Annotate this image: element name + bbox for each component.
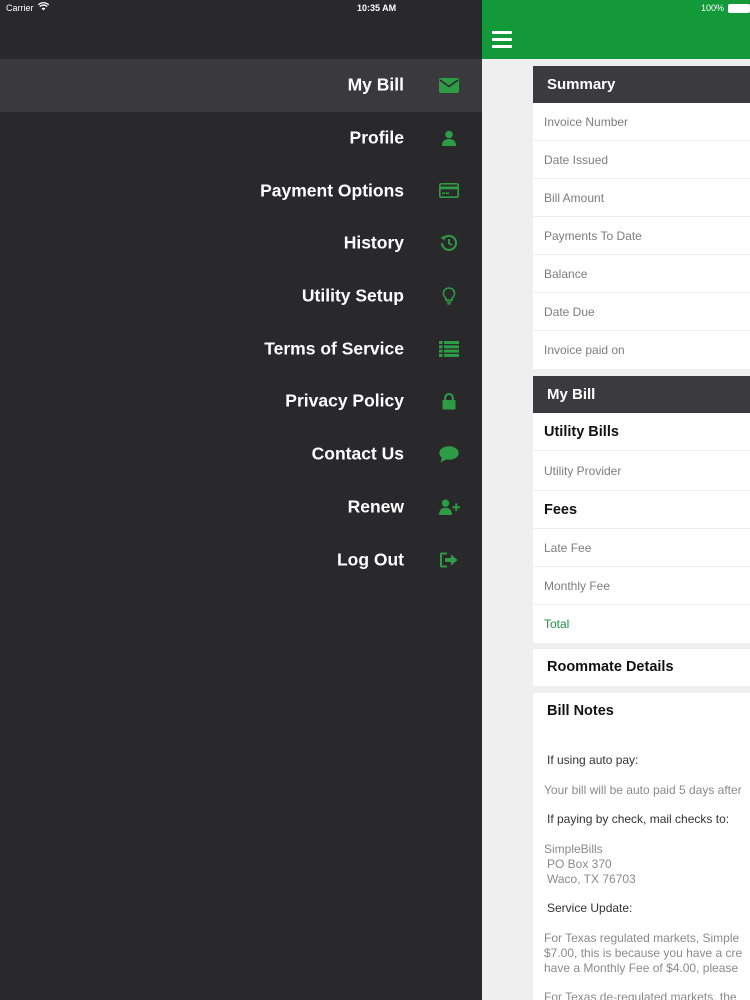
menu-item-label: Contact Us [311,443,404,464]
roommate-details-header: Roommate Details [547,659,674,675]
list-icon [438,338,460,360]
menu-item-label: Payment Options [260,180,404,201]
address-line-2: PO Box 370 [547,857,612,871]
menu-item-privacy-policy[interactable]: Privacy Policy [0,375,482,428]
address-line-3: Waco, TX 76703 [547,872,636,886]
menu-item-label: Renew [347,496,404,517]
menu-item-payment-options[interactable]: Payment Options [0,164,482,217]
menu-item-label: Utility Setup [301,285,404,306]
menu-item-my-bill[interactable]: My Bill [0,59,482,112]
summary-header: Summary [533,66,750,103]
content-pane: 100% Summary Invoice Number Date Issued … [482,0,750,1000]
menu-item-label: Log Out [336,549,404,570]
service-update-heading: Service Update: [547,901,633,915]
address-line-1: SimpleBills [544,842,603,856]
menu-item-renew[interactable]: Renew [0,481,482,534]
my-bill-header: My Bill [533,376,750,413]
menu-item-log-out[interactable]: Log Out [0,533,482,586]
balance-row: Balance [533,255,750,293]
lightbulb-icon [438,285,460,307]
top-bar: 100% [482,0,750,59]
invoice-number-row: Invoice Number [533,103,750,141]
service-update-line-1: For Texas regulated markets, Simple [544,931,740,945]
service-update-line-2: $7.00, this is because you have a cre [544,946,743,960]
late-fee-row: Late Fee [533,529,750,567]
menu-item-label: My Bill [347,74,404,95]
menu-list: My Bill Profile Payment Options History … [0,59,482,586]
menu-item-profile[interactable]: Profile [0,112,482,165]
roommate-details-card[interactable]: Roommate Details [533,649,750,686]
autopay-heading: If using auto pay: [547,753,639,767]
service-update-line-4: For Texas de-regulated markets, the [544,990,737,1000]
invoice-paid-on-row: Invoice paid on [544,343,625,357]
bill-amount-row: Bill Amount [533,179,750,217]
utility-provider-row: Utility Provider [533,451,750,491]
side-menu: Carrier 10:35 AM My Bill Profile Payment… [0,0,482,1000]
credit-card-icon [438,180,460,202]
autopay-text: Your bill will be auto paid 5 days after [544,783,742,797]
utility-bills-heading: Utility Bills [533,413,750,451]
summary-card: Summary Invoice Number Date Issued Bill … [533,66,750,369]
check-heading: If paying by check, mail checks to: [547,812,730,826]
bill-notes-header: Bill Notes [547,703,614,719]
status-bar-left: Carrier 10:35 AM [0,0,482,16]
status-time: 10:35 AM [357,3,397,13]
history-icon [438,232,460,254]
my-bill-card: My Bill Utility Bills Utility Provider F… [533,376,750,643]
add-user-icon [438,496,460,518]
menu-item-label: Profile [349,127,404,148]
payments-to-date-row: Payments To Date [533,217,750,255]
battery-icon [728,4,750,13]
user-icon [438,127,460,149]
sign-out-icon [438,549,460,571]
hamburger-menu-icon[interactable] [492,31,512,48]
menu-item-contact-us[interactable]: Contact Us [0,428,482,481]
menu-item-label: Privacy Policy [285,390,404,411]
date-issued-row: Date Issued [533,141,750,179]
lock-icon [438,390,460,412]
menu-item-history[interactable]: History [0,217,482,270]
menu-item-label: History [343,232,404,253]
total-row: Total [544,617,570,631]
menu-item-label: Terms of Service [264,338,404,359]
envelope-icon [438,74,460,96]
fees-heading: Fees [533,491,750,529]
menu-item-utility-setup[interactable]: Utility Setup [0,270,482,323]
date-due-row: Date Due [533,293,750,331]
bill-notes-card: Bill Notes If using auto pay: Your bill … [533,693,750,1000]
carrier-label: Carrier [6,3,34,13]
chat-bubble-icon [438,443,460,465]
monthly-fee-row: Monthly Fee [533,567,750,605]
wifi-icon [37,2,50,13]
menu-item-terms-of-service[interactable]: Terms of Service [0,322,482,375]
battery-percent: 100% [700,3,724,13]
service-update-line-3: have a Monthly Fee of $4.00, please [544,961,739,975]
